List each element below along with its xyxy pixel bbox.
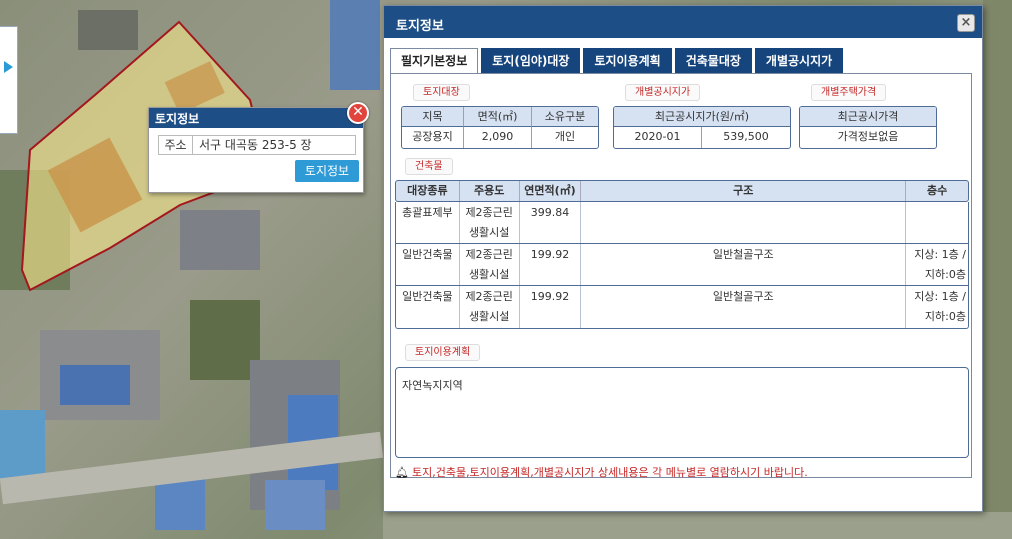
address-label: 주소 — [159, 136, 193, 154]
structure: 일반철골구조 — [581, 244, 907, 285]
land-info-button[interactable]: 토지정보 — [295, 160, 359, 182]
bell-icon: 🔔︎ — [395, 466, 409, 479]
popup-address-row: 주소 서구 대곡동 253-5 장 — [158, 135, 356, 155]
official-price-table: 최근공시지가(원/㎡) 2020-01 539,500 — [613, 106, 791, 149]
value-land-category: 공장용지 — [402, 127, 464, 148]
land-info-popup: 토지정보 ✕ 주소 서구 대곡동 253-5 장 토지정보 — [148, 102, 369, 193]
value-area: 2,090 — [464, 127, 532, 148]
floors — [906, 202, 968, 243]
header-area: 면적(㎡) — [464, 107, 532, 127]
expand-arrow-icon — [4, 61, 13, 73]
tab-official-land-price[interactable]: 개별공시지가 — [754, 48, 844, 73]
header-recent-price: 최근공시지가(원/㎡) — [614, 107, 790, 127]
value-ownership: 개인 — [554, 130, 576, 143]
floors-below: 지하:0층 — [924, 310, 966, 323]
main-use-line1: 제2종근린 — [465, 206, 513, 219]
header-recent-housing-price: 최근공시가격 — [800, 107, 936, 127]
structure — [581, 202, 907, 243]
map-field — [383, 512, 1012, 539]
register-type: 총괄표제부 — [396, 202, 460, 243]
header-structure: 구조 — [581, 181, 907, 201]
table-row: 총괄표제부 제2종근린 생활시설 399.84 — [396, 202, 968, 244]
land-info-dialog: 토지정보 × 필지기본정보 토지(임야)대장 토지이용계획 건축물대장 개별공시… — [383, 5, 983, 512]
building-table: 대장종류 주용도 연면적(㎡) 구조 층수 총괄표제부 제2종근린 생활시설 3… — [395, 180, 969, 329]
total-floor-area: 399.84 — [520, 202, 582, 243]
notice-text: 토지,건축물,토지이용계획,개별공시지가 상세내용은 각 메뉴별로 열람하시기 … — [411, 466, 808, 479]
map-building — [60, 365, 130, 405]
header-register-type: 대장종류 — [396, 181, 460, 201]
tab-land-register[interactable]: 토지(임야)대장 — [481, 48, 581, 73]
header-total-floor-area: 연면적(㎡) — [520, 181, 582, 201]
floors-above: 지상: 1층 / — [914, 290, 966, 303]
table-row: 일반건축물 제2종근린 생활시설 199.92 일반철골구조 지상: 1층 / … — [396, 244, 968, 286]
main-use-line1: 제2종근린 — [465, 248, 513, 261]
housing-price-label: 개별주택가격 — [811, 84, 887, 101]
dialog-close-button[interactable]: × — [957, 14, 975, 32]
map-building — [265, 480, 325, 530]
official-price-label: 개별공시지가 — [625, 84, 701, 101]
building-label: 건축물 — [405, 158, 453, 175]
land-use-label: 토지이용계획 — [405, 344, 481, 361]
header-floors: 층수 — [926, 184, 948, 197]
popup-title: 토지정보 — [149, 108, 363, 128]
map-building — [0, 410, 45, 480]
land-register-table: 지목 면적(㎡) 소유구분 공장용지 2,090 개인 — [401, 106, 599, 149]
tab-bar: 필지기본정보 토지(임야)대장 토지이용계획 건축물대장 개별공시지가 — [390, 48, 846, 74]
floors: 지상: 1층 / 지하:0층 — [906, 286, 968, 328]
value-price-date: 2020-01 — [614, 127, 702, 148]
dialog-title: 토지정보 — [384, 6, 982, 38]
address-value: 서구 대곡동 253-5 장 — [199, 138, 312, 152]
notice: 🔔︎ 토지,건축물,토지이용계획,개별공시지가 상세내용은 각 메뉴별로 열람하시… — [395, 464, 808, 480]
main-use-line2: 생활시설 — [468, 226, 510, 239]
register-type: 일반건축물 — [396, 244, 460, 285]
main-use-line1: 제2종근린 — [465, 290, 513, 303]
header-land-category: 지목 — [402, 107, 464, 127]
main-use: 제2종근린 생활시설 — [460, 244, 520, 285]
table-row: 일반건축물 제2종근린 생활시설 199.92 일반철골구조 지상: 1층 / … — [396, 286, 968, 328]
tab-building-register[interactable]: 건축물대장 — [674, 48, 752, 73]
header-main-use: 주용도 — [460, 181, 520, 201]
tab-land-use-plan[interactable]: 토지이용계획 — [583, 48, 672, 73]
floors-below: 지하:0층 — [924, 268, 966, 281]
floors-above: 지상: 1층 / — [914, 248, 966, 261]
land-use-box: 자연녹지지역 — [395, 367, 969, 458]
main-use-line2: 생활시설 — [468, 268, 510, 281]
close-icon[interactable]: ✕ — [347, 102, 369, 124]
header-ownership: 소유구분 — [532, 107, 598, 127]
main-use-line2: 생활시설 — [468, 310, 510, 323]
main-use: 제2종근린 생활시설 — [460, 286, 520, 328]
total-floor-area: 199.92 — [520, 244, 582, 285]
structure: 일반철골구조 — [581, 286, 907, 328]
tab-panel: 토지대장 지목 면적(㎡) 소유구분 공장용지 2,090 개인 개별공시지가 … — [390, 73, 972, 480]
value-housing-price: 가격정보없음 — [837, 130, 899, 143]
main-use: 제2종근린 생활시설 — [460, 202, 520, 243]
tab-parcel-basic[interactable]: 필지기본정보 — [390, 48, 479, 74]
value-price: 539,500 — [723, 130, 769, 143]
total-floor-area: 199.92 — [520, 286, 582, 328]
land-use-value: 자연녹지지역 — [402, 379, 463, 392]
register-type: 일반건축물 — [396, 286, 460, 328]
map-field — [983, 0, 1012, 539]
floors: 지상: 1층 / 지하:0층 — [906, 244, 968, 285]
land-register-label: 토지대장 — [413, 84, 470, 101]
housing-price-table: 최근공시가격 가격정보없음 — [799, 106, 937, 149]
side-panel-toggle[interactable] — [0, 26, 18, 134]
